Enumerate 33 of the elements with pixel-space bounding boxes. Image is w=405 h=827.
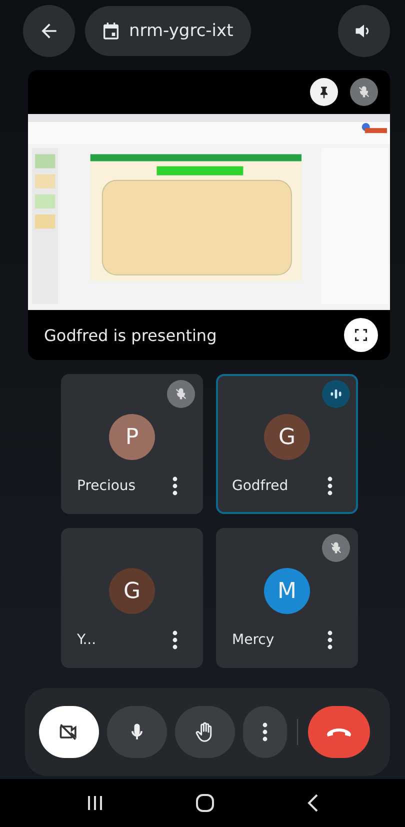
more-icon <box>172 476 178 496</box>
microphone-button[interactable] <box>107 706 167 758</box>
pin-button[interactable] <box>310 78 338 106</box>
presenter-caption: Godfred is presenting <box>44 326 217 344</box>
fullscreen-button[interactable] <box>344 318 378 352</box>
participant-name: Mercy <box>232 632 274 648</box>
participant-name: Y... <box>77 632 96 648</box>
avatar: G <box>264 414 310 460</box>
meeting-code-button[interactable]: nrm-ygrc-ixt <box>85 6 252 56</box>
participant-tile[interactable]: G Godfred <box>216 374 358 514</box>
camera-button[interactable] <box>39 706 99 758</box>
participant-tile[interactable]: G Y... <box>61 528 203 668</box>
calendar-icon <box>101 21 121 41</box>
end-call-button[interactable] <box>308 706 370 758</box>
avatar: P <box>109 414 155 460</box>
back-icon[interactable] <box>306 793 320 813</box>
speaker-button[interactable] <box>338 5 390 57</box>
participant-tile[interactable]: P Precious <box>61 374 203 514</box>
more-icon <box>327 476 333 496</box>
participant-name: Godfred <box>232 478 288 494</box>
more-icon <box>172 630 178 650</box>
avatar: M <box>264 568 310 614</box>
fullscreen-icon <box>352 326 370 344</box>
more-icon <box>262 722 268 742</box>
raise-hand-button[interactable] <box>175 706 235 758</box>
home-icon[interactable] <box>195 793 216 813</box>
more-icon <box>327 630 333 650</box>
back-button[interactable] <box>23 5 75 57</box>
hang-up-icon <box>327 728 351 736</box>
avatar: G <box>109 568 155 614</box>
audio-level-icon <box>322 380 350 408</box>
participant-name: Precious <box>77 478 136 494</box>
participant-tile[interactable]: M Mercy <box>216 528 358 668</box>
